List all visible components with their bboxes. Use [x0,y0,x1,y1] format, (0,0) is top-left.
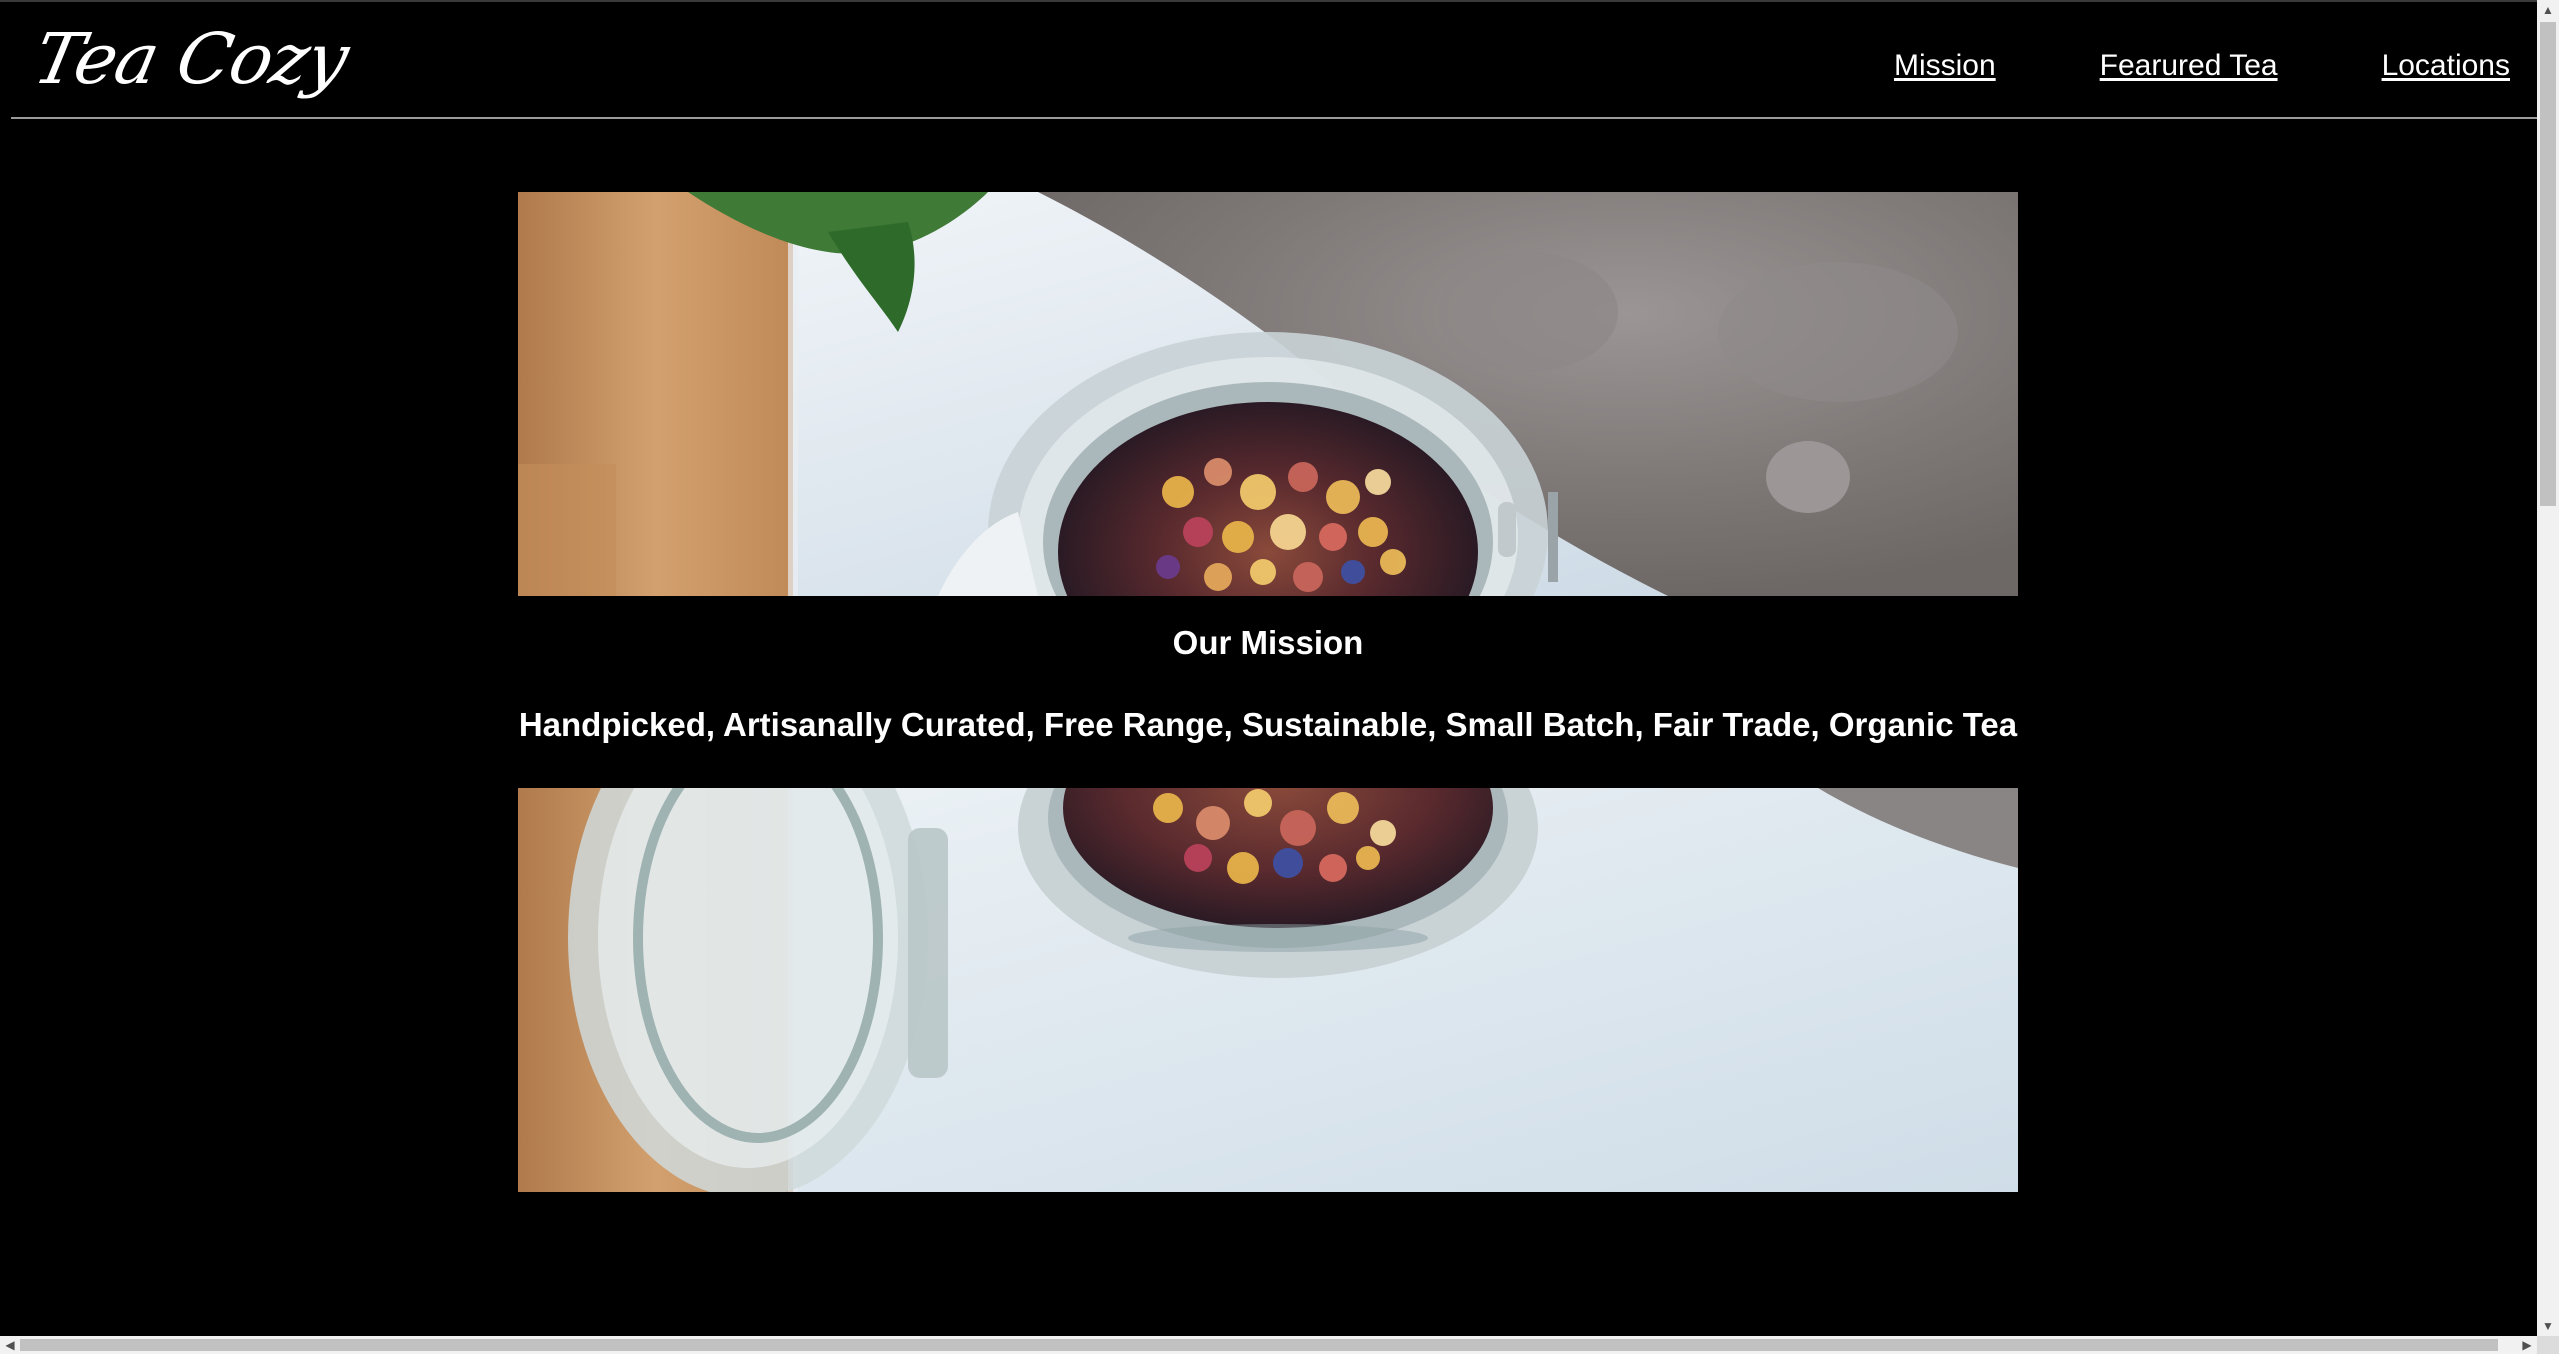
nav-link-locations[interactable]: Locations [2382,44,2510,88]
tea-jar-photo-top [518,192,2018,596]
mission-tagline: Handpicked, Artisanally Curated, Free Ra… [518,706,2018,743]
scrollbar-corner [2537,1336,2559,1354]
window-top-border [0,0,2559,2]
vertical-scrollbar[interactable]: ▲ ▼ [2537,0,2559,1336]
tea-jar-photo-bottom [518,788,2018,1192]
horizontal-scrollbar[interactable]: ◀ ▶ [0,1336,2559,1354]
brand-logo[interactable]: Tea Cozy [26,14,356,104]
mission-title: Our Mission [1172,624,1364,661]
page: Tea Cozy Mission Fearured Tea Locations [0,0,2559,1354]
arrow-left-icon[interactable]: ◀ [0,1336,20,1354]
header-divider [11,117,2537,119]
arrow-up-icon[interactable]: ▲ [2537,0,2559,20]
nav-link-featured-tea[interactable]: Fearured Tea [2100,44,2278,88]
arrow-down-icon[interactable]: ▼ [2537,1316,2559,1336]
vertical-scroll-thumb[interactable] [2540,22,2556,506]
horizontal-scroll-thumb[interactable] [20,1339,2498,1351]
main-nav: Mission Fearured Tea Locations [1894,44,2510,88]
nav-link-mission[interactable]: Mission [1894,44,1996,88]
arrow-right-icon[interactable]: ▶ [2517,1336,2537,1354]
